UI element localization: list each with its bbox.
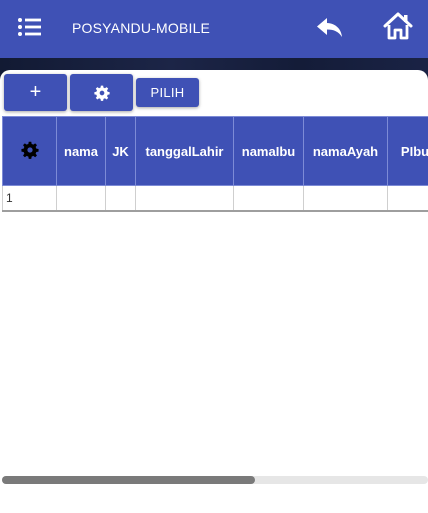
scrollbar-thumb[interactable] [2,476,255,484]
column-header-jk[interactable]: JK [105,116,136,186]
settings-button[interactable] [70,74,133,111]
menu-button[interactable] [16,15,44,39]
app-bar: POSYANDU-MOBILE [0,0,428,58]
column-header-pibu[interactable]: PIbu [387,116,428,186]
home-button[interactable] [382,10,414,42]
table-header-row: nama JK tanggalLahir namaIbu namaAyah PI… [2,116,428,186]
column-header-tanggal-lahir[interactable]: tanggalLahir [135,116,234,186]
data-table: nama JK tanggalLahir namaIbu namaAyah PI… [2,116,428,212]
reply-icon [317,18,342,37]
column-header-nama-ibu[interactable]: namaIbu [233,116,304,186]
column-header-nama-ayah[interactable]: namaAyah [303,116,388,186]
content-card: + PILIH nama JK tanggalLahir namaIbu nam… [0,70,428,513]
table-cell[interactable] [387,185,428,212]
table-cell[interactable] [56,185,106,212]
table-cell[interactable] [135,185,234,212]
back-button[interactable] [314,11,346,43]
header-settings-cell[interactable] [2,116,57,186]
add-button[interactable]: + [4,74,67,111]
table-cell[interactable] [233,185,304,212]
menu-icon [18,18,41,36]
app-title: POSYANDU-MOBILE [72,20,211,36]
table-cell[interactable] [105,185,136,212]
column-header-nama[interactable]: nama [56,116,106,186]
table-cell[interactable] [303,185,388,212]
row-number-cell: 1 [2,185,57,212]
home-icon [383,12,413,40]
gear-icon [93,85,110,101]
horizontal-scrollbar[interactable] [2,476,428,484]
pilih-button[interactable]: PILIH [136,78,199,107]
gear-icon [20,141,39,159]
table-row[interactable]: 1 [2,185,428,212]
